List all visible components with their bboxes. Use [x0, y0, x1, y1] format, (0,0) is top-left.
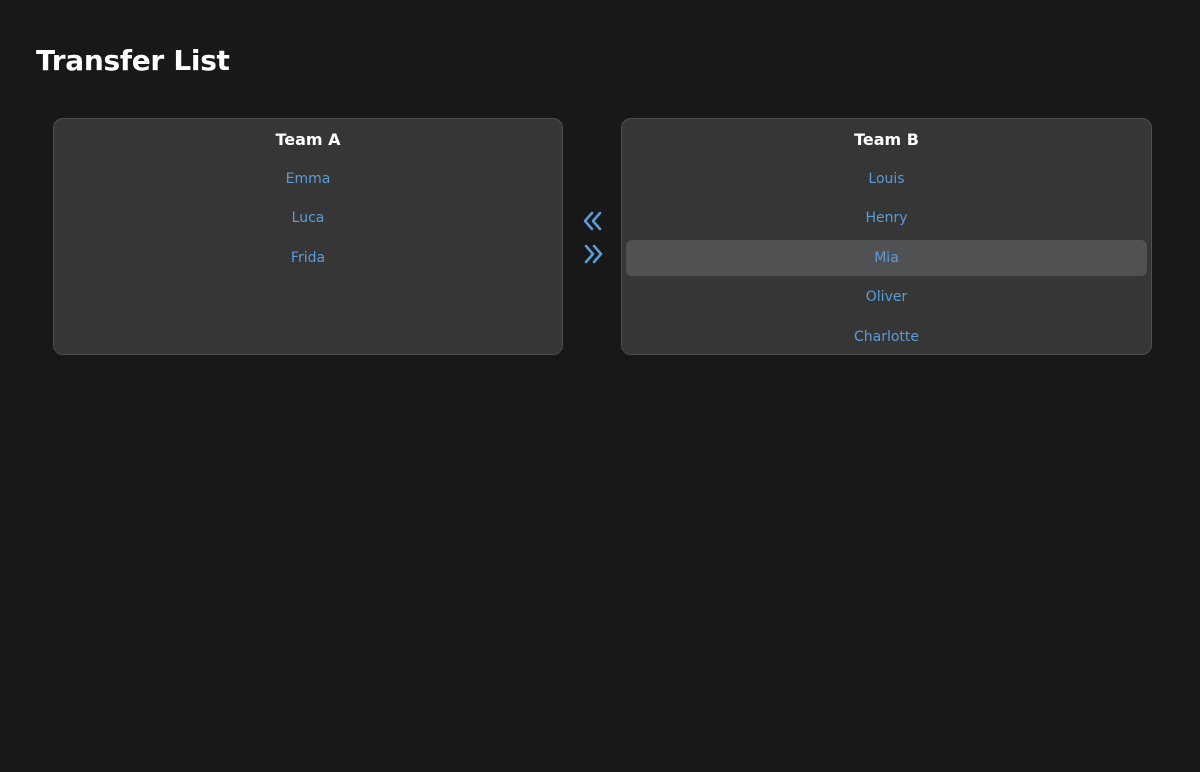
list-item[interactable]: Oliver [626, 279, 1147, 315]
list-item[interactable]: Charlotte [626, 319, 1147, 354]
move-to-team-a-button[interactable] [580, 209, 606, 233]
team-a-panel: Team A Emma Luca Frida [53, 118, 563, 355]
list-item[interactable]: Frida [58, 240, 558, 276]
team-a-list: Emma Luca Frida [58, 161, 558, 279]
list-item-selected[interactable]: Mia [626, 239, 1147, 276]
team-b-list: Louis Henry Mia Oliver Charlotte [626, 161, 1147, 354]
page-title: Transfer List [36, 44, 230, 77]
team-b-title: Team B [854, 130, 919, 149]
list-item[interactable]: Louis [626, 161, 1147, 197]
list-item[interactable]: Henry [626, 200, 1147, 236]
move-to-team-b-button[interactable] [580, 242, 606, 266]
team-a-title: Team A [275, 130, 341, 149]
double-chevron-right-icon [584, 244, 603, 264]
list-item[interactable]: Luca [58, 200, 558, 236]
list-item[interactable]: Emma [58, 161, 558, 197]
team-b-panel: Team B Louis Henry Mia Oliver Charlotte [621, 118, 1152, 355]
double-chevron-left-icon [583, 211, 602, 231]
